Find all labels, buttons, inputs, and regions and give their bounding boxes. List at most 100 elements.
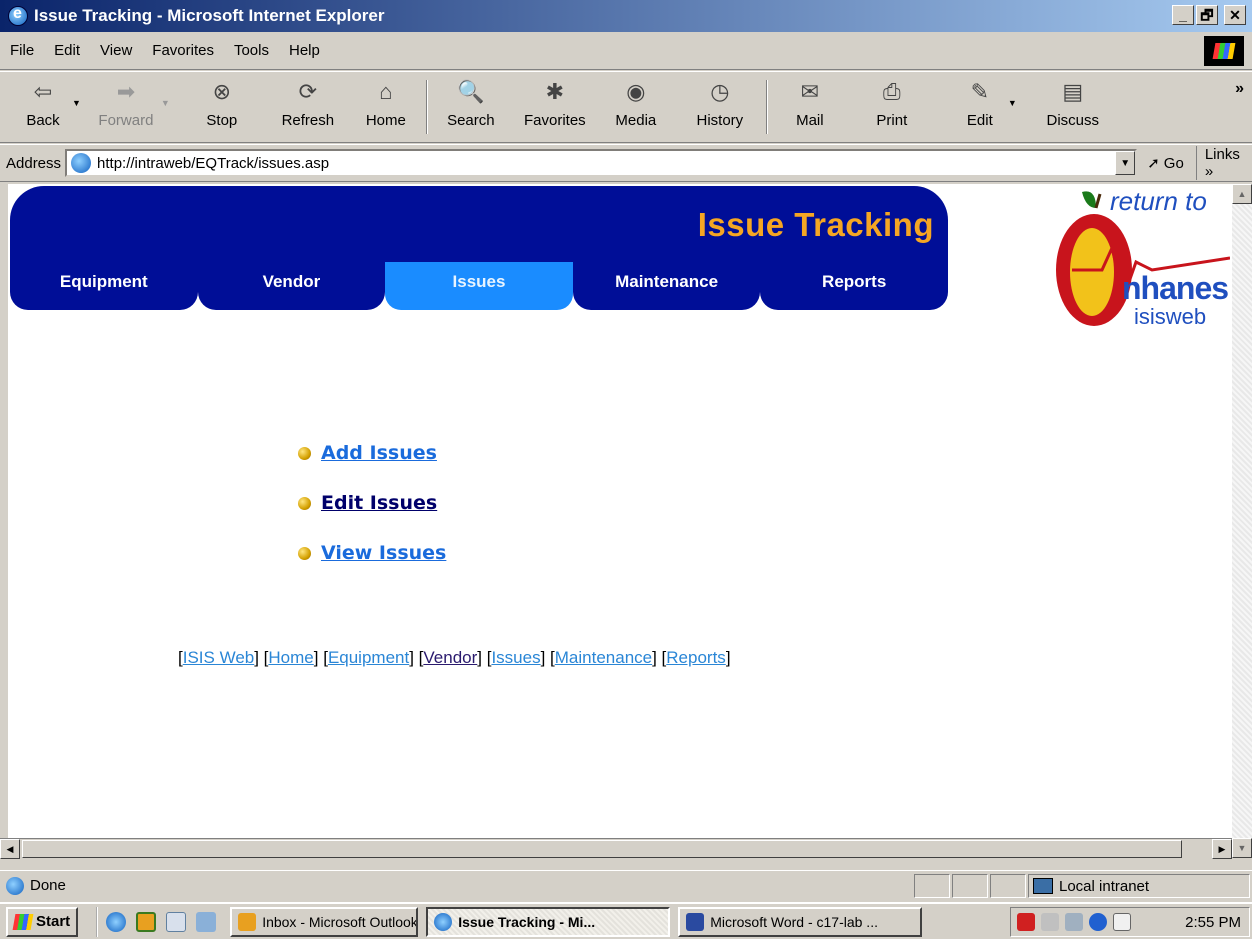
- refresh-label: Refresh: [281, 112, 335, 129]
- start-label: Start: [36, 913, 71, 930]
- edit-dropdown-icon[interactable]: ▼: [1008, 98, 1017, 108]
- footer-link-equipment[interactable]: Equipment: [328, 648, 409, 667]
- stop-button[interactable]: ⊗ Stop: [192, 72, 252, 142]
- window-title-bar[interactable]: Issue Tracking - Microsoft Internet Expl…: [0, 0, 1252, 32]
- forward-label: Forward: [98, 112, 154, 129]
- history-button[interactable]: ◷ History: [682, 72, 758, 142]
- search-label: Search: [447, 112, 495, 129]
- menu-help[interactable]: Help: [279, 42, 330, 59]
- network-icon[interactable]: [1065, 913, 1083, 931]
- outlook-quick-launch-icon[interactable]: [136, 911, 157, 932]
- ati-tray-icon[interactable]: [1017, 913, 1035, 931]
- edit-label: Edit: [966, 112, 993, 129]
- add-issues-link[interactable]: Add Issues: [321, 442, 437, 464]
- address-label: Address: [6, 154, 62, 172]
- media-button[interactable]: ◉ Media: [604, 72, 668, 142]
- tab-issues[interactable]: Issues: [385, 262, 573, 310]
- vertical-scrollbar[interactable]: ▲ ▼: [1232, 184, 1252, 858]
- back-arrow-icon: ⇦: [33, 79, 53, 104]
- page-title: Issue Tracking: [697, 206, 934, 243]
- footer-link-reports[interactable]: Reports: [666, 648, 726, 667]
- back-label: Back: [26, 112, 60, 129]
- discuss-label: Discuss: [1046, 112, 1100, 129]
- tab-equipment[interactable]: Equipment: [10, 262, 198, 310]
- status-text: Done: [30, 877, 66, 894]
- menu-favorites[interactable]: Favorites: [142, 42, 224, 59]
- menu-view[interactable]: View: [90, 42, 142, 59]
- mail-notification-icon[interactable]: [1113, 913, 1131, 931]
- start-button[interactable]: Start: [6, 906, 79, 937]
- refresh-icon: ⟳: [298, 79, 318, 104]
- logo-isisweb-text: isisweb: [1134, 304, 1207, 329]
- minimize-button[interactable]: _: [1172, 5, 1194, 25]
- edit-button[interactable]: ✎ Edit: [952, 72, 1008, 142]
- view-issues-link[interactable]: View Issues: [321, 542, 446, 564]
- bullet-icon: [298, 496, 311, 510]
- outlook-icon: [238, 912, 257, 931]
- maximize-button[interactable]: 🗗: [1196, 5, 1218, 25]
- go-button[interactable]: ➚ Go: [1147, 154, 1184, 173]
- footer-link-issues[interactable]: Issues: [491, 648, 540, 667]
- toolbar-overflow-icon[interactable]: »: [1235, 80, 1244, 98]
- taskbar-item-issue-tracking[interactable]: Issue Tracking - Mi...: [426, 906, 671, 937]
- links-button[interactable]: Links »: [1195, 146, 1252, 180]
- tab-maintenance[interactable]: Maintenance: [572, 262, 761, 310]
- print-icon: ⎙: [883, 79, 901, 104]
- footer-link-maintenance[interactable]: Maintenance: [555, 648, 652, 667]
- horizontal-scrollbar[interactable]: ◀ ▶: [0, 838, 1232, 859]
- favorites-icon: ✱: [545, 79, 565, 104]
- discuss-icon: ▤: [1062, 79, 1084, 104]
- address-input[interactable]: http://intraweb/EQTrack/issues.asp ▼: [65, 149, 1138, 177]
- back-dropdown-icon[interactable]: ▼: [72, 98, 81, 108]
- scroll-up-icon[interactable]: ▲: [1232, 184, 1252, 204]
- footer-nav: [ISIS Web] [Home] [Equipment] [Vendor] […: [178, 648, 731, 667]
- taskbar-item-word[interactable]: Microsoft Word - c17-lab ...: [678, 906, 923, 937]
- go-label: Go: [1163, 154, 1184, 172]
- forward-dropdown-icon[interactable]: ▼: [161, 98, 170, 108]
- footer-link-vendor[interactable]: Vendor: [423, 648, 477, 667]
- taskbar-item-outlook[interactable]: Inbox - Microsoft Outlook: [230, 906, 419, 937]
- menu-file[interactable]: File: [0, 42, 44, 59]
- favorites-label: Favorites: [524, 112, 586, 129]
- list-item: View Issues: [298, 528, 446, 578]
- home-button[interactable]: ⌂ Home: [354, 72, 418, 142]
- tab-vendor[interactable]: Vendor: [197, 262, 386, 310]
- zone-label: Local intranet: [1059, 877, 1150, 895]
- nhanes-logo[interactable]: return to nhanes isisweb: [1052, 186, 1231, 346]
- tab-reports[interactable]: Reports: [760, 262, 948, 310]
- print-button[interactable]: ⎙ Print: [862, 72, 922, 142]
- desktop-quick-launch-icon[interactable]: [196, 911, 217, 932]
- toolbar: ⇦ Back ▼ ➡ Forward ▼ ⊗ Stop ⟳ Refresh ⌂ …: [0, 71, 1252, 143]
- menu-edit[interactable]: Edit: [44, 42, 90, 59]
- favorites-button[interactable]: ✱ Favorites: [512, 72, 598, 142]
- refresh-button[interactable]: ⟳ Refresh: [268, 72, 348, 142]
- close-button[interactable]: ✕: [1224, 5, 1246, 25]
- taskbar: Start Inbox - Microsoft Outlook Issue Tr…: [0, 902, 1252, 939]
- menu-bar: File Edit View Favorites Tools Help: [0, 32, 1252, 70]
- home-label: Home: [365, 112, 406, 129]
- scroll-down-icon[interactable]: ▼: [1232, 838, 1252, 858]
- history-label: History: [696, 112, 744, 129]
- mail-button[interactable]: ✉ Mail: [780, 72, 840, 142]
- menu-tools[interactable]: Tools: [224, 42, 279, 59]
- scroll-right-icon[interactable]: ▶: [1212, 839, 1232, 859]
- footer-link-home[interactable]: Home: [268, 648, 313, 667]
- forward-button[interactable]: ➡ Forward: [91, 72, 161, 142]
- ie-quick-launch-icon[interactable]: [106, 911, 127, 932]
- word-icon: [686, 912, 705, 931]
- internet-explorer-icon: [434, 912, 453, 931]
- scroll-left-icon[interactable]: ◀: [0, 839, 20, 859]
- address-dropdown-icon[interactable]: ▼: [1115, 151, 1136, 175]
- back-button[interactable]: ⇦ Back: [14, 72, 72, 142]
- bullet-icon: [298, 446, 311, 460]
- search-button[interactable]: 🔍 Search: [436, 72, 506, 142]
- volume-icon[interactable]: [1041, 913, 1059, 931]
- scroll-thumb[interactable]: [22, 840, 1182, 858]
- status-panel: [914, 874, 950, 898]
- search-quick-launch-icon[interactable]: [166, 911, 187, 932]
- messenger-icon[interactable]: [1089, 913, 1107, 931]
- footer-link-isis-web[interactable]: ISIS Web: [183, 648, 255, 667]
- discuss-button[interactable]: ▤ Discuss: [1035, 72, 1111, 142]
- edit-issues-link[interactable]: Edit Issues: [321, 492, 437, 514]
- address-url[interactable]: http://intraweb/EQTrack/issues.asp: [97, 155, 329, 172]
